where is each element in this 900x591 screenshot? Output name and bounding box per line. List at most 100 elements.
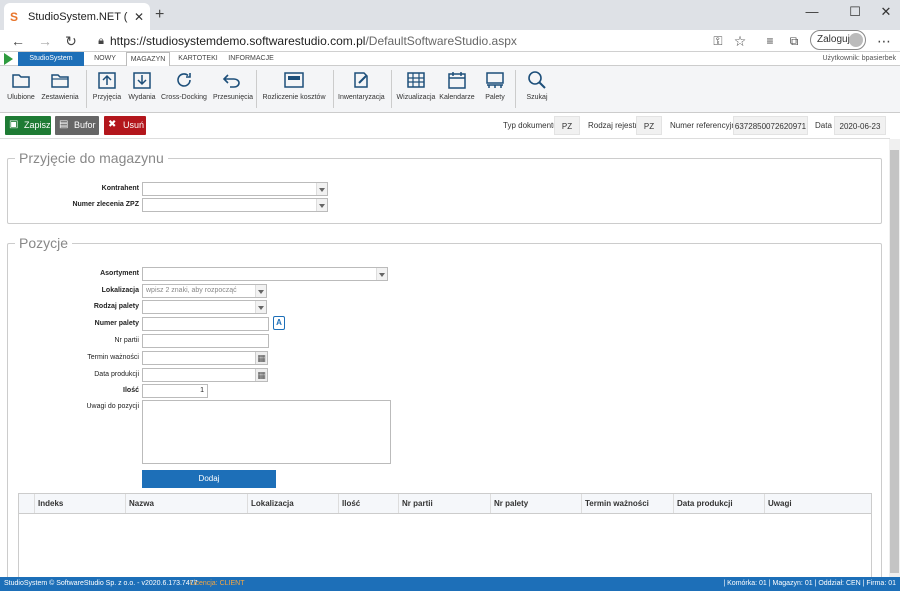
ribbon-label: Przyjęcia: [92, 94, 122, 101]
reload-icon[interactable]: ↻: [63, 30, 79, 52]
ribbon-palety[interactable]: Palety: [481, 70, 509, 101]
kontrahent-select[interactable]: [142, 182, 328, 196]
termin-input[interactable]: ▦: [142, 351, 268, 365]
asortyment-select[interactable]: [142, 267, 388, 281]
address-bar: ← → ↻ 🔒︎ https://studiosystemdemo.softwa…: [0, 30, 900, 52]
tab-title: StudioSystem.NET (c) SoftwareSt: [28, 10, 128, 23]
login-button[interactable]: Zaloguj: [810, 30, 866, 50]
tab-kartoteki[interactable]: KARTOTEKI: [176, 52, 220, 66]
col-nr-palety[interactable]: Nr palety: [490, 494, 581, 513]
back-icon[interactable]: ←: [10, 30, 26, 52]
grid-header-select[interactable]: [19, 494, 34, 513]
chevron-down-icon: [316, 199, 327, 211]
more-icon[interactable]: ⋯: [876, 30, 892, 52]
chevron-down-icon: [316, 183, 327, 195]
ilosc-input[interactable]: 1: [142, 384, 208, 398]
kontrahent-label: Kontrahent: [101, 185, 139, 192]
generate-pallet-icon[interactable]: A: [273, 316, 285, 330]
calendar-icon[interactable]: ▦: [255, 352, 267, 364]
col-indeks[interactable]: Indeks: [34, 494, 125, 513]
tab-nowy[interactable]: NOWY: [90, 52, 120, 66]
col-nr-partii[interactable]: Nr partii: [398, 494, 490, 513]
favorites-icon[interactable]: ≡: [762, 30, 778, 52]
col-ilosc[interactable]: Ilość: [338, 494, 398, 513]
col-nazwa[interactable]: Nazwa: [125, 494, 247, 513]
user-label: Użytkownik: bpasierbek: [822, 55, 896, 62]
save-label: Zapisz: [24, 120, 51, 130]
forward-icon[interactable]: →: [37, 30, 53, 52]
lokalizacja-placeholder: wpisz 2 znaki, aby rozpocząć: [146, 287, 237, 294]
save-icon: ▣: [9, 119, 19, 130]
nr-partii-input[interactable]: [142, 334, 269, 348]
lock-icon[interactable]: 🔒︎: [93, 30, 109, 52]
register-value: PZ: [636, 116, 662, 135]
undo-arrow-icon: [222, 74, 240, 88]
browser-tab[interactable]: S StudioSystem.NET (c) SoftwareSt ✕: [4, 3, 150, 30]
ribbon-szukaj[interactable]: Szukaj: [522, 70, 552, 101]
ribbon: Ulubione Zestawienia Przyjęcia Wydania C…: [0, 66, 900, 113]
scrollbar-thumb[interactable]: [890, 150, 899, 573]
lokalizacja-input[interactable]: wpisz 2 znaki, aby rozpocząć: [142, 284, 267, 298]
ribbon-separator: [86, 70, 87, 108]
col-uwagi[interactable]: Uwagi: [764, 494, 871, 513]
maximize-icon[interactable]: ☐: [845, 4, 865, 20]
key-icon[interactable]: ⚿: [710, 30, 726, 52]
ribbon-separator: [256, 70, 257, 108]
calendar-icon: [448, 72, 466, 89]
add-button[interactable]: Dodaj: [142, 470, 276, 488]
collections-icon[interactable]: ⧉: [786, 30, 802, 52]
ilosc-label: Ilość: [123, 387, 139, 394]
ribbon-label: Wizualizacja: [396, 94, 436, 101]
ribbon-rozliczenie[interactable]: Rozliczenie kosztów: [262, 70, 326, 101]
calendar-icon[interactable]: ▦: [255, 369, 267, 381]
folder-open-icon: [12, 74, 30, 88]
col-termin[interactable]: Termin ważności: [581, 494, 673, 513]
tab-informacje[interactable]: INFORMACJE: [226, 52, 276, 66]
ribbon-kalendarze[interactable]: Kalendarze: [439, 70, 475, 101]
uwagi-textarea[interactable]: [142, 400, 391, 464]
close-tab-icon[interactable]: ✕: [134, 10, 144, 24]
tab-magazyn[interactable]: MAGAZYN: [126, 52, 170, 67]
context-text: | Komórka: 01 | Magazyn: 01 | Oddział: C…: [723, 580, 896, 587]
url-field[interactable]: https://studiosystemdemo.softwarestudio.…: [110, 33, 517, 49]
ribbon-label: Szukaj: [526, 94, 548, 101]
col-lokalizacja[interactable]: Lokalizacja: [247, 494, 338, 513]
ribbon-wydania[interactable]: Wydania: [127, 70, 157, 101]
ribbon-ulubione[interactable]: Ulubione: [6, 70, 36, 101]
grid-view-icon: [407, 72, 425, 88]
arrow-down-box-icon: [133, 72, 151, 89]
buffer-button[interactable]: ▤ Bufor: [55, 116, 99, 135]
ribbon-przesuniecia[interactable]: Przesunięcia: [213, 70, 254, 101]
ribbon-wizualizacja[interactable]: Wizualizacja: [396, 70, 436, 101]
ribbon-przyjecia[interactable]: Przyjęcia: [92, 70, 122, 101]
login-label: Zaloguj: [817, 34, 850, 45]
numer-palety-input[interactable]: [142, 317, 269, 331]
ribbon-zestawienia[interactable]: Zestawienia: [40, 70, 80, 101]
numer-palety-label: Numer palety: [94, 320, 139, 327]
ribbon-label: Palety: [485, 94, 505, 101]
ribbon-cross-docking[interactable]: Cross-Docking: [161, 70, 207, 101]
ribbon-label: Przesunięcia: [213, 94, 254, 101]
search-icon: [528, 71, 546, 89]
col-data-produkcji[interactable]: Data produkcji: [673, 494, 764, 513]
brand-button[interactable]: StudioSystem: [18, 52, 84, 66]
ref-label: Numer referencyjny: [670, 121, 740, 130]
close-icon: ✖: [108, 119, 117, 130]
ribbon-inwentaryzacja[interactable]: Inwentaryzacja: [338, 70, 385, 101]
rodzaj-palety-select[interactable]: [142, 300, 267, 314]
save-button[interactable]: ▣ Zapisz: [5, 116, 51, 135]
ribbon-label: Kalendarze: [439, 94, 475, 101]
minimize-icon[interactable]: —: [802, 4, 822, 19]
zlecenie-select[interactable]: [142, 198, 328, 212]
avatar-icon: [849, 33, 863, 47]
delete-button[interactable]: ✖ Usuń: [104, 116, 146, 135]
play-icon[interactable]: [4, 53, 13, 65]
star-icon[interactable]: ☆: [732, 30, 748, 52]
data-produkcji-input[interactable]: ▦: [142, 368, 268, 382]
folder-icon: [51, 74, 69, 88]
new-tab-icon[interactable]: +: [155, 6, 164, 24]
ribbon-label: Rozliczenie kosztów: [262, 94, 326, 101]
close-window-icon[interactable]: ✕: [876, 4, 896, 20]
rodzaj-palety-label: Rodzaj palety: [93, 303, 139, 310]
refresh-icon: [177, 73, 191, 87]
